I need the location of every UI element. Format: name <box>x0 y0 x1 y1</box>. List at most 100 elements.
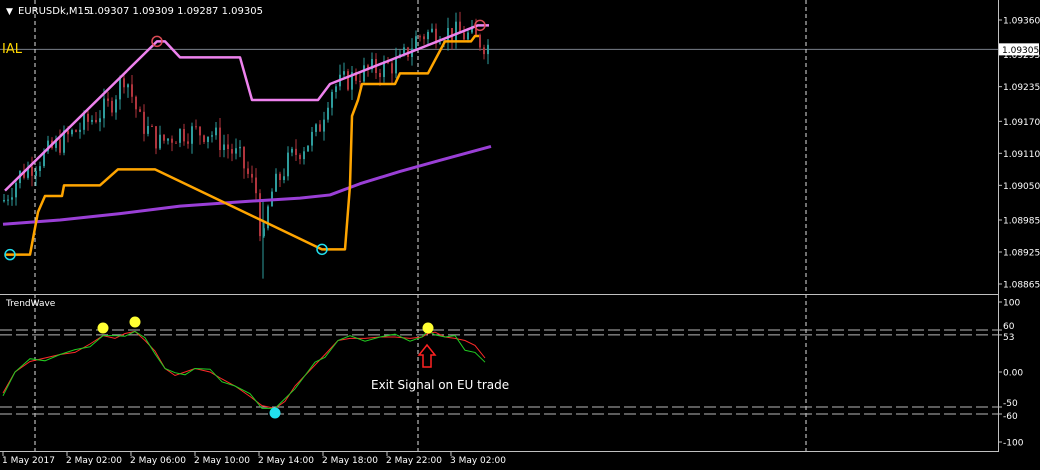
candle-body <box>211 135 213 137</box>
exit-signal-dot <box>422 322 434 334</box>
candle-body <box>395 57 397 74</box>
candle-body <box>239 146 241 149</box>
price-tick-label: 1.09360 <box>1003 17 1040 27</box>
candle-body <box>207 136 209 143</box>
candle-body <box>255 177 257 194</box>
ohlc-readout: 1.09307 1.09309 1.09287 1.09305 <box>88 6 263 17</box>
symbol-label: EURUSDk,M15 <box>18 6 90 17</box>
price-tick-label: 1.09050 <box>1003 182 1040 192</box>
current-price-label: 1.09305 <box>1002 46 1039 56</box>
candle-body <box>183 129 185 142</box>
chart-window[interactable]: ▼ EURUSDk,M15 1.09307 1.09309 1.09287 1.… <box>0 0 1040 470</box>
candle-body <box>95 119 97 123</box>
candle-body <box>15 183 17 198</box>
candle-body <box>487 44 489 55</box>
candle-body <box>343 71 345 75</box>
candle-body <box>139 109 141 112</box>
candle-body <box>203 135 205 143</box>
candle-body <box>215 127 217 136</box>
candle-body <box>151 126 153 128</box>
exit-signal-annotation: Exit Signal on EU trade <box>371 378 509 392</box>
candle-body <box>227 144 229 149</box>
price-tick-label: 1.08925 <box>1003 249 1040 259</box>
candle-body <box>379 73 381 78</box>
candle-body <box>415 36 417 49</box>
time-tick-label: 3 May 02:00 <box>450 456 506 466</box>
candle-body <box>7 199 9 201</box>
price-tick-label: 1.09110 <box>1003 150 1040 160</box>
candle-body <box>391 63 393 74</box>
candle-body <box>135 96 137 110</box>
osc-tick-label: 53 <box>1003 333 1014 343</box>
candle-body <box>131 84 133 97</box>
exit-signal-dot <box>129 316 141 328</box>
candle-body <box>419 36 421 38</box>
candle-body <box>107 98 109 101</box>
candle-body <box>75 130 77 132</box>
price-axis[interactable]: 1.093601.092951.092351.091701.091101.090… <box>998 17 1040 291</box>
candle-body <box>127 84 129 88</box>
candle-body <box>83 113 85 130</box>
osc-tick-label: -60 <box>1003 412 1018 422</box>
candle-body <box>335 86 337 92</box>
candle-body <box>191 126 193 144</box>
time-tick-label: 2 May 02:00 <box>66 456 122 466</box>
candle-body <box>447 27 449 42</box>
candle-body <box>99 118 101 123</box>
time-tick-label: 2 May 14:00 <box>258 456 314 466</box>
candle-body <box>303 151 305 160</box>
candle-body <box>243 146 245 169</box>
candle-body <box>179 129 181 143</box>
candle-body <box>467 32 469 40</box>
candle-body <box>163 134 165 141</box>
candle-body <box>331 91 333 108</box>
osc-tick-label: 100 <box>1003 299 1020 309</box>
price-tick-label: 1.08985 <box>1003 217 1040 227</box>
time-tick-label: 2 May 06:00 <box>130 456 186 466</box>
candle-body <box>115 99 117 113</box>
candle-body <box>103 98 105 119</box>
candle-body <box>159 134 161 149</box>
price-tick-label: 1.09170 <box>1003 118 1040 128</box>
candle-body <box>235 148 237 154</box>
candle-body <box>283 176 285 180</box>
menu-arrow-icon[interactable]: ▼ <box>6 7 13 17</box>
candle-body <box>275 173 277 192</box>
chart-background <box>0 0 1040 470</box>
candle-body <box>223 144 225 151</box>
osc-tick-label: 60 <box>1003 322 1015 332</box>
candle-body <box>279 173 281 180</box>
time-tick-label: 1 May 2017 <box>2 456 55 466</box>
candle-body <box>307 145 309 152</box>
candle-body <box>35 170 37 176</box>
candle-body <box>291 148 293 153</box>
candle-body <box>71 130 73 135</box>
candle-body <box>11 197 13 200</box>
candle-body <box>231 148 233 154</box>
candle-body <box>455 21 457 41</box>
overlay-label: IAL <box>2 42 23 57</box>
candle-body <box>187 141 189 144</box>
price-tick-label: 1.08865 <box>1003 281 1040 291</box>
indicator-name: TrendWave <box>5 299 56 309</box>
time-tick-label: 2 May 22:00 <box>386 456 442 466</box>
candle-body <box>463 32 465 40</box>
candle-body <box>323 119 325 132</box>
candle-body <box>251 173 253 178</box>
osc-tick-label: -100 <box>1003 439 1024 449</box>
candle-body <box>143 111 145 134</box>
candle-body <box>91 119 93 122</box>
candle-body <box>199 126 201 136</box>
candle-body <box>79 129 81 132</box>
candle-body <box>155 126 157 149</box>
candle-body <box>439 42 441 44</box>
candle-body <box>295 148 297 155</box>
candle-body <box>363 65 365 82</box>
candle-body <box>119 78 121 100</box>
buy-signal-dot <box>269 407 281 419</box>
candle-body <box>59 139 61 153</box>
candle-body <box>147 126 149 134</box>
candle-body <box>39 166 41 171</box>
candle-body <box>123 78 125 88</box>
candle-body <box>87 113 89 122</box>
